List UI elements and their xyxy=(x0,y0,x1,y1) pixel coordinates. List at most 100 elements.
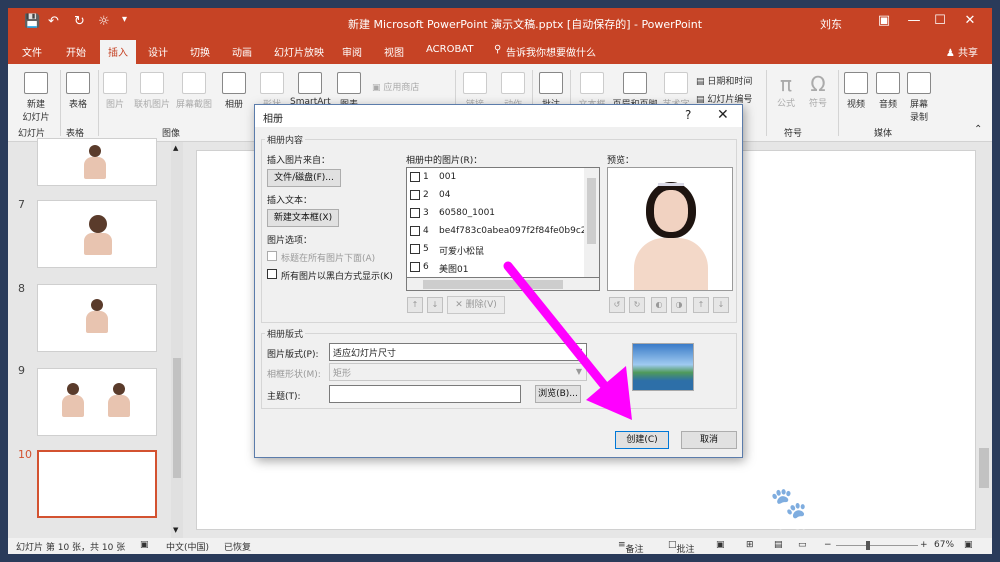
list-hscroll-thumb[interactable] xyxy=(423,280,563,289)
comments-button[interactable]: □ 批注 xyxy=(668,540,695,554)
new-textbox-button[interactable]: 新建文本框(X) xyxy=(267,209,339,227)
tab-insert[interactable]: 插入 xyxy=(100,40,136,65)
list-scroll-thumb[interactable] xyxy=(587,178,596,244)
dialog-close-button[interactable]: ✕ xyxy=(717,107,729,123)
tab-design[interactable]: 设计 xyxy=(148,44,168,59)
slide-thumbnail-8[interactable] xyxy=(37,284,157,352)
zoom-in-icon[interactable]: + xyxy=(920,540,928,550)
chevron-down-icon[interactable]: ▼ xyxy=(572,364,586,380)
editor-scrollbar[interactable] xyxy=(977,142,991,538)
frame-shape-select[interactable]: 矩形 ▼ xyxy=(329,363,587,381)
remove-button[interactable]: ✕ 删除(V) xyxy=(447,296,505,314)
create-button[interactable]: 创建(C) xyxy=(615,431,669,449)
caption-below-checkbox[interactable] xyxy=(267,251,277,261)
notes-button[interactable]: ≡ 备注 xyxy=(618,540,644,554)
picture-checkbox[interactable] xyxy=(410,190,420,200)
picture-checkbox[interactable] xyxy=(410,262,420,272)
ribbon-options-icon[interactable]: ▣ xyxy=(874,13,894,28)
list-item[interactable]: 3 60580_1001 xyxy=(407,204,583,222)
customize-icon[interactable]: ▾ xyxy=(122,14,127,25)
album-button[interactable]: 相册 xyxy=(220,72,248,110)
tab-animations[interactable]: 动画 xyxy=(232,44,252,59)
symbol-button[interactable]: Ω 符号 xyxy=(804,72,832,109)
list-item[interactable]: 5 可爱小松鼠 xyxy=(407,240,583,258)
slideshow-view-icon[interactable]: ▭ xyxy=(798,540,807,550)
move-down-button[interactable]: ↓ xyxy=(427,297,443,313)
tell-me-search[interactable]: 告诉我你想要做什么 xyxy=(506,44,596,59)
zoom-level[interactable]: 67% xyxy=(934,540,954,550)
slide-thumbnail-7[interactable] xyxy=(37,200,157,268)
slide-thumbnail-9[interactable] xyxy=(37,368,157,436)
tab-home[interactable]: 开始 xyxy=(66,44,86,59)
normal-view-icon[interactable]: ▣ xyxy=(716,540,725,550)
share-button[interactable]: ♟ 共享 xyxy=(946,44,978,59)
pictures-listbox[interactable]: 1 001 2 04 3 60580_1001 4 be4f783c0abea097f2… xyxy=(406,167,600,291)
screen-record-button[interactable]: 屏幕 录制 xyxy=(904,72,934,123)
slide-sorter-icon[interactable]: ⊞ xyxy=(746,540,754,550)
zoom-slider[interactable] xyxy=(836,545,918,546)
zoom-slider-thumb[interactable] xyxy=(866,541,870,550)
save-icon[interactable]: 💾 xyxy=(24,14,40,29)
language-status[interactable]: 中文(中国) xyxy=(166,540,209,553)
help-button[interactable]: ? xyxy=(685,108,691,122)
fit-slide-icon[interactable]: ▣ xyxy=(964,540,973,550)
list-item[interactable]: 2 04 xyxy=(407,186,583,204)
picture-checkbox[interactable] xyxy=(410,172,420,182)
minimize-button[interactable]: — xyxy=(904,13,924,28)
picture-checkbox[interactable] xyxy=(410,244,420,254)
online-picture-button[interactable]: 联机图片 xyxy=(132,72,172,110)
move-up-button[interactable]: ↑ xyxy=(407,297,423,313)
reading-view-icon[interactable]: ▤ xyxy=(774,540,783,550)
scroll-up-icon[interactable]: ▲ xyxy=(173,144,178,152)
spellcheck-icon[interactable]: ▣ xyxy=(140,540,149,550)
contrast-up-button[interactable]: ◐ xyxy=(651,297,667,313)
list-item[interactable]: 1 001 xyxy=(407,168,583,186)
slide-thumbnail-10[interactable] xyxy=(37,450,157,518)
panel-scroll-thumb[interactable] xyxy=(173,358,181,478)
editor-scroll-thumb[interactable] xyxy=(979,448,989,488)
picture-layout-select[interactable]: 适应幻灯片尺寸 ▼ xyxy=(329,343,587,361)
restore-button[interactable]: ☐ xyxy=(930,13,950,28)
tab-slideshow[interactable]: 幻灯片放映 xyxy=(274,44,324,59)
picture-checkbox[interactable] xyxy=(410,226,420,236)
picture-button[interactable]: 图片 xyxy=(102,72,128,110)
rotate-left-button[interactable]: ↺ xyxy=(609,297,625,313)
all-bw-checkbox[interactable] xyxy=(267,269,277,279)
list-hscrollbar[interactable] xyxy=(406,277,600,291)
user-name[interactable]: 刘东 xyxy=(820,16,842,32)
file-disk-button[interactable]: 文件/磁盘(F)... xyxy=(267,169,341,187)
list-scrollbar[interactable] xyxy=(584,168,599,290)
tab-view[interactable]: 视图 xyxy=(384,44,404,59)
equation-button[interactable]: π 公式 xyxy=(772,72,800,109)
brightness-down-button[interactable]: ↓ xyxy=(713,297,729,313)
tab-review[interactable]: 审阅 xyxy=(342,44,362,59)
slide-thumbnail-6[interactable] xyxy=(37,138,157,186)
brightness-up-button[interactable]: ↑ xyxy=(693,297,709,313)
list-item[interactable]: 6 美图01 xyxy=(407,258,583,276)
slideshow-icon[interactable]: ☼ xyxy=(98,14,110,29)
close-button[interactable]: ✕ xyxy=(960,13,980,28)
screenshot-button[interactable]: 屏幕截图 xyxy=(174,72,214,110)
contrast-down-button[interactable]: ◑ xyxy=(671,297,687,313)
redo-icon[interactable]: ↻ xyxy=(74,14,85,29)
store-button[interactable]: ▣ 应用商店 xyxy=(372,80,419,93)
theme-input[interactable] xyxy=(329,385,521,403)
collapse-ribbon-icon[interactable]: ⌃ xyxy=(974,124,982,135)
chevron-down-icon[interactable]: ▼ xyxy=(572,344,586,360)
tab-acrobat[interactable]: ACROBAT xyxy=(426,44,474,55)
video-button[interactable]: 视频 xyxy=(842,72,870,110)
smartart-button[interactable]: SmartArt xyxy=(290,72,331,107)
audio-button[interactable]: 音频 xyxy=(874,72,902,110)
rotate-right-button[interactable]: ↻ xyxy=(629,297,645,313)
list-item[interactable]: 4 be4f783c0abea097f2f84fe0b9c2 xyxy=(407,222,587,240)
undo-icon[interactable]: ↶ xyxy=(48,14,59,29)
picture-checkbox[interactable] xyxy=(410,208,420,218)
panel-scrollbar[interactable]: ▲ ▼ xyxy=(171,142,183,538)
tab-file[interactable]: 文件 xyxy=(22,44,42,59)
date-time-button[interactable]: ▤ 日期和时间 xyxy=(696,74,752,87)
tab-transitions[interactable]: 切换 xyxy=(190,44,210,59)
cancel-button[interactable]: 取消 xyxy=(681,431,737,449)
new-slide-button[interactable]: 新建 幻灯片 xyxy=(16,72,56,123)
zoom-out-icon[interactable]: − xyxy=(824,540,832,550)
table-button[interactable]: 表格 xyxy=(64,72,92,110)
